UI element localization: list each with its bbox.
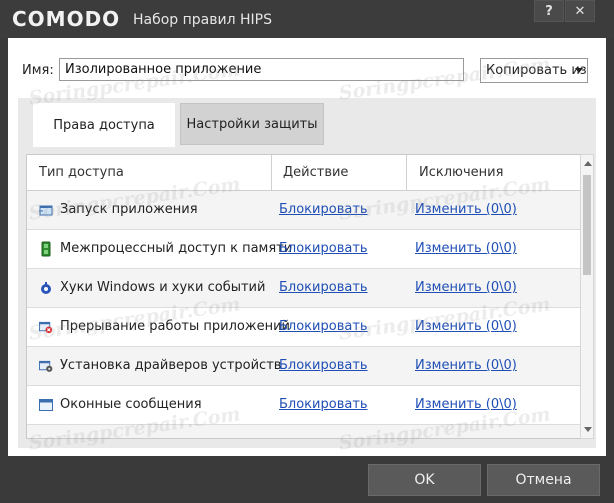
column-header-action[interactable]: Действие xyxy=(283,165,348,180)
copy-from-dropdown[interactable]: Копировать из xyxy=(480,58,588,83)
row-action-link[interactable]: Блокировать xyxy=(279,319,368,334)
table-row[interactable]: Хуки Windows и хуки событий Блокировать … xyxy=(27,269,580,308)
scroll-thumb[interactable] xyxy=(583,175,591,275)
row-action-link[interactable]: Блокировать xyxy=(279,358,368,373)
row-access-type: Прерывание работы приложений xyxy=(60,319,290,334)
row-exceptions-link[interactable]: Изменить (0\0) xyxy=(415,397,517,412)
row-access-type: Запуск приложения xyxy=(60,202,198,217)
row-access-type: Установка драйверов устройств xyxy=(60,358,282,373)
row-access-type: Хуки Windows и хуки событий xyxy=(60,280,266,295)
window-messages-icon xyxy=(39,398,53,412)
row-action-link[interactable]: Блокировать xyxy=(279,397,368,412)
tab-panel: Права доступа Настройки защиты Тип досту… xyxy=(18,98,596,448)
scroll-down-icon[interactable] xyxy=(584,427,592,432)
column-divider xyxy=(271,155,272,191)
row-exceptions-link[interactable]: Изменить (0\0) xyxy=(415,202,517,217)
row-action-link[interactable]: Блокировать xyxy=(279,202,368,217)
column-divider xyxy=(406,155,407,191)
name-label: Имя: xyxy=(22,63,54,78)
title-bar: COMODO Набор правил HIPS ? ✕ xyxy=(0,0,614,38)
table-header: Тип доступа Действие Исключения xyxy=(27,155,580,191)
access-rights-table: Тип доступа Действие Исключения Запуск п… xyxy=(26,154,581,439)
table-row[interactable]: Оконные сообщения Блокировать Изменить (… xyxy=(27,386,580,425)
column-header-exceptions[interactable]: Исключения xyxy=(419,165,503,180)
row-exceptions-link[interactable]: Изменить (0\0) xyxy=(415,319,517,334)
row-action-link[interactable]: Блокировать xyxy=(279,280,368,295)
table-row[interactable]: Межпроцессный доступ к памяти Блокироват… xyxy=(27,230,580,269)
run-app-icon xyxy=(39,203,53,217)
row-access-type: Оконные сообщения xyxy=(60,397,202,412)
name-input[interactable] xyxy=(59,58,464,81)
close-button[interactable]: ✕ xyxy=(565,0,595,22)
tab-protection-settings[interactable]: Настройки защиты xyxy=(180,103,324,145)
cancel-button[interactable]: Отмена xyxy=(487,464,600,496)
comodo-logo: COMODO xyxy=(12,7,121,31)
scroll-up-icon[interactable] xyxy=(584,161,592,166)
table-row[interactable] xyxy=(27,425,580,438)
help-button[interactable]: ? xyxy=(534,0,564,22)
table-row[interactable]: Установка драйверов устройств Блокироват… xyxy=(27,347,580,386)
tab-access-rights[interactable]: Права доступа xyxy=(33,103,175,147)
dialog-content: Имя: Копировать из Права доступа Настрой… xyxy=(8,38,606,456)
memory-icon xyxy=(39,241,53,257)
table-row[interactable]: Запуск приложения Блокировать Изменить (… xyxy=(27,191,580,230)
chevron-down-icon xyxy=(575,68,583,73)
driver-install-icon xyxy=(39,359,53,373)
window-title: Набор правил HIPS xyxy=(133,12,272,28)
column-header-access-type[interactable]: Тип доступа xyxy=(39,165,124,180)
row-action-link[interactable]: Блокировать xyxy=(279,241,368,256)
table-row[interactable]: Прерывание работы приложений Блокировать… xyxy=(27,308,580,347)
row-exceptions-link[interactable]: Изменить (0\0) xyxy=(415,280,517,295)
hook-icon xyxy=(39,281,53,295)
row-access-type: Межпроцессный доступ к памяти xyxy=(60,241,293,256)
terminate-icon xyxy=(39,320,53,334)
ok-button[interactable]: OK xyxy=(368,464,481,496)
row-exceptions-link[interactable]: Изменить (0\0) xyxy=(415,241,517,256)
vertical-scrollbar[interactable] xyxy=(580,154,594,439)
row-exceptions-link[interactable]: Изменить (0\0) xyxy=(415,358,517,373)
copy-from-label: Копировать из xyxy=(486,63,587,78)
